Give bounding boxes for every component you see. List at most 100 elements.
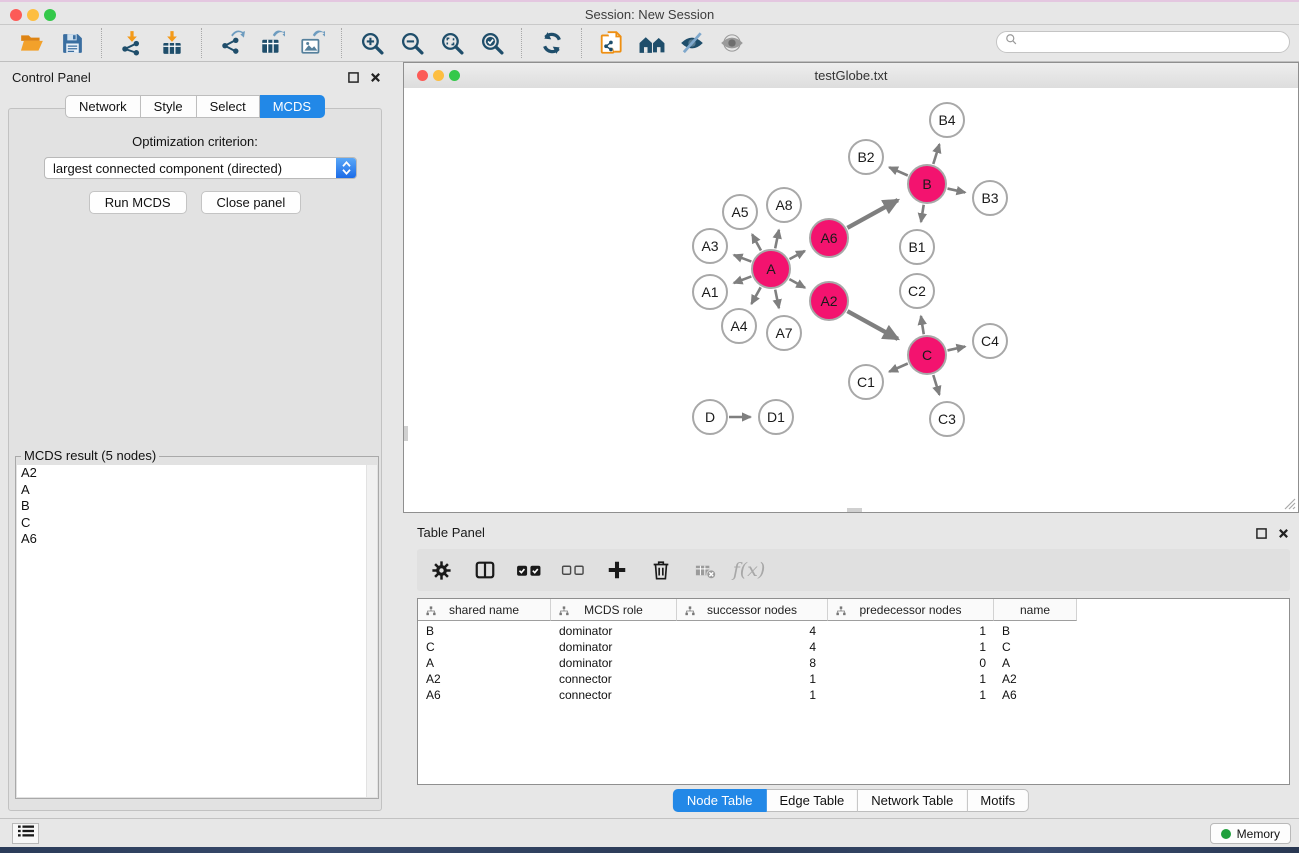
import-network-icon[interactable] bbox=[117, 28, 147, 58]
column-header-mcds-role[interactable]: MCDS role bbox=[551, 599, 677, 621]
table-cell[interactable]: connector bbox=[551, 688, 677, 702]
export-table-icon[interactable] bbox=[257, 28, 287, 58]
hide-selected-icon[interactable] bbox=[677, 28, 707, 58]
table-cell[interactable]: 4 bbox=[677, 624, 828, 638]
table-cell[interactable]: dominator bbox=[551, 656, 677, 670]
save-session-icon[interactable] bbox=[57, 28, 87, 58]
column-header-name[interactable]: name bbox=[994, 599, 1077, 621]
table-cell[interactable]: A bbox=[418, 656, 551, 670]
node-B3[interactable]: B3 bbox=[973, 181, 1007, 215]
edge-B-B1[interactable] bbox=[921, 205, 924, 222]
result-item[interactable]: A2 bbox=[17, 465, 377, 482]
close-table-panel-icon[interactable] bbox=[1277, 527, 1289, 539]
table-cell[interactable]: A bbox=[994, 656, 1077, 670]
table-cell[interactable]: 1 bbox=[828, 688, 994, 702]
delete-columns-icon[interactable] bbox=[647, 556, 675, 584]
first-neighbors-icon[interactable] bbox=[637, 28, 667, 58]
tab-select[interactable]: Select bbox=[197, 95, 260, 118]
node-A6[interactable]: A6 bbox=[810, 219, 848, 257]
table-cell[interactable]: 1 bbox=[828, 672, 994, 686]
close-panel-button[interactable]: Close panel bbox=[201, 191, 302, 214]
table-tab-node-table[interactable]: Node Table bbox=[673, 789, 767, 812]
table-tab-edge-table[interactable]: Edge Table bbox=[766, 789, 858, 812]
edge-A-A8[interactable] bbox=[775, 230, 779, 249]
table-cell[interactable]: 1 bbox=[677, 688, 828, 702]
table-mode-icon[interactable] bbox=[471, 556, 499, 584]
memory-button[interactable]: Memory bbox=[1210, 823, 1291, 844]
search-input[interactable] bbox=[1022, 34, 1289, 50]
edge-A-A5[interactable] bbox=[752, 234, 761, 250]
export-network-icon[interactable] bbox=[217, 28, 247, 58]
node-C2[interactable]: C2 bbox=[900, 274, 934, 308]
vertical-scroll-thumb[interactable] bbox=[404, 426, 408, 441]
node-A[interactable]: A bbox=[752, 250, 790, 288]
edge-A6-B[interactable] bbox=[847, 200, 897, 228]
tab-network[interactable]: Network bbox=[65, 95, 141, 118]
node-A8[interactable]: A8 bbox=[767, 188, 801, 222]
node-B[interactable]: B bbox=[908, 165, 946, 203]
result-item[interactable]: C bbox=[17, 515, 377, 532]
table-cell[interactable]: 1 bbox=[828, 640, 994, 654]
table-cell[interactable]: 0 bbox=[828, 656, 994, 670]
table-cell[interactable]: dominator bbox=[551, 624, 677, 638]
table-cell[interactable]: 1 bbox=[677, 672, 828, 686]
node-A2[interactable]: A2 bbox=[810, 282, 848, 320]
horizontal-scroll-thumb[interactable] bbox=[847, 508, 862, 512]
close-panel-icon[interactable] bbox=[369, 71, 381, 83]
node-A4[interactable]: A4 bbox=[722, 309, 756, 343]
table-cell[interactable]: A2 bbox=[418, 672, 551, 686]
edge-C-C1[interactable] bbox=[889, 363, 908, 371]
export-image-icon[interactable] bbox=[297, 28, 327, 58]
import-table-icon[interactable] bbox=[157, 28, 187, 58]
edge-C-C3[interactable] bbox=[933, 375, 939, 395]
tab-style[interactable]: Style bbox=[141, 95, 197, 118]
table-cell[interactable]: dominator bbox=[551, 640, 677, 654]
node-D[interactable]: D bbox=[693, 400, 727, 434]
zoom-selected-icon[interactable] bbox=[477, 28, 507, 58]
edge-C-C2[interactable] bbox=[921, 316, 924, 334]
column-header-successor-nodes[interactable]: successor nodes bbox=[677, 599, 828, 621]
table-cell[interactable]: C bbox=[994, 640, 1077, 654]
node-A7[interactable]: A7 bbox=[767, 316, 801, 350]
column-header-predecessor-nodes[interactable]: predecessor nodes bbox=[828, 599, 994, 621]
float-table-panel-icon[interactable] bbox=[1255, 527, 1267, 539]
edge-A-A1[interactable] bbox=[734, 276, 752, 283]
tab-mcds[interactable]: MCDS bbox=[260, 95, 325, 118]
result-scrollbar[interactable] bbox=[366, 465, 377, 797]
node-C[interactable]: C bbox=[908, 336, 946, 374]
node-A5[interactable]: A5 bbox=[723, 195, 757, 229]
table-cell[interactable]: A2 bbox=[994, 672, 1077, 686]
unselect-all-columns-icon[interactable] bbox=[559, 556, 587, 584]
zoom-fit-icon[interactable] bbox=[437, 28, 467, 58]
float-panel-icon[interactable] bbox=[347, 71, 359, 83]
edge-B-B2[interactable] bbox=[889, 167, 908, 175]
result-item[interactable]: A6 bbox=[17, 531, 377, 548]
task-history-button[interactable] bbox=[12, 823, 39, 844]
table-row[interactable]: Adominator80A bbox=[418, 655, 1289, 671]
table-tab-network-table[interactable]: Network Table bbox=[858, 789, 967, 812]
table-cell[interactable]: connector bbox=[551, 672, 677, 686]
edge-A-A7[interactable] bbox=[775, 290, 779, 309]
node-C1[interactable]: C1 bbox=[849, 365, 883, 399]
table-row[interactable]: Cdominator41C bbox=[418, 639, 1289, 655]
result-item[interactable]: B bbox=[17, 498, 377, 515]
result-item[interactable]: A bbox=[17, 482, 377, 499]
column-settings-icon[interactable] bbox=[427, 556, 455, 584]
zoom-out-icon[interactable] bbox=[397, 28, 427, 58]
table-cell[interactable]: 4 bbox=[677, 640, 828, 654]
edge-A-A4[interactable] bbox=[751, 287, 760, 304]
criterion-select[interactable]: largest connected component (directed) bbox=[44, 157, 357, 179]
table-tab-motifs[interactable]: Motifs bbox=[967, 789, 1029, 812]
column-header-shared-name[interactable]: shared name bbox=[418, 599, 551, 621]
table-row[interactable]: A2connector11A2 bbox=[418, 671, 1289, 687]
run-mcds-button[interactable]: Run MCDS bbox=[89, 191, 187, 214]
edge-A-A2[interactable] bbox=[789, 279, 805, 288]
new-network-from-selection-icon[interactable] bbox=[597, 28, 627, 58]
node-B1[interactable]: B1 bbox=[900, 230, 934, 264]
node-C3[interactable]: C3 bbox=[930, 402, 964, 436]
table-row[interactable]: Bdominator41B bbox=[418, 623, 1289, 639]
table-row[interactable]: A6connector11A6 bbox=[418, 687, 1289, 703]
node-A3[interactable]: A3 bbox=[693, 229, 727, 263]
node-B4[interactable]: B4 bbox=[930, 103, 964, 137]
refresh-layout-icon[interactable] bbox=[537, 28, 567, 58]
